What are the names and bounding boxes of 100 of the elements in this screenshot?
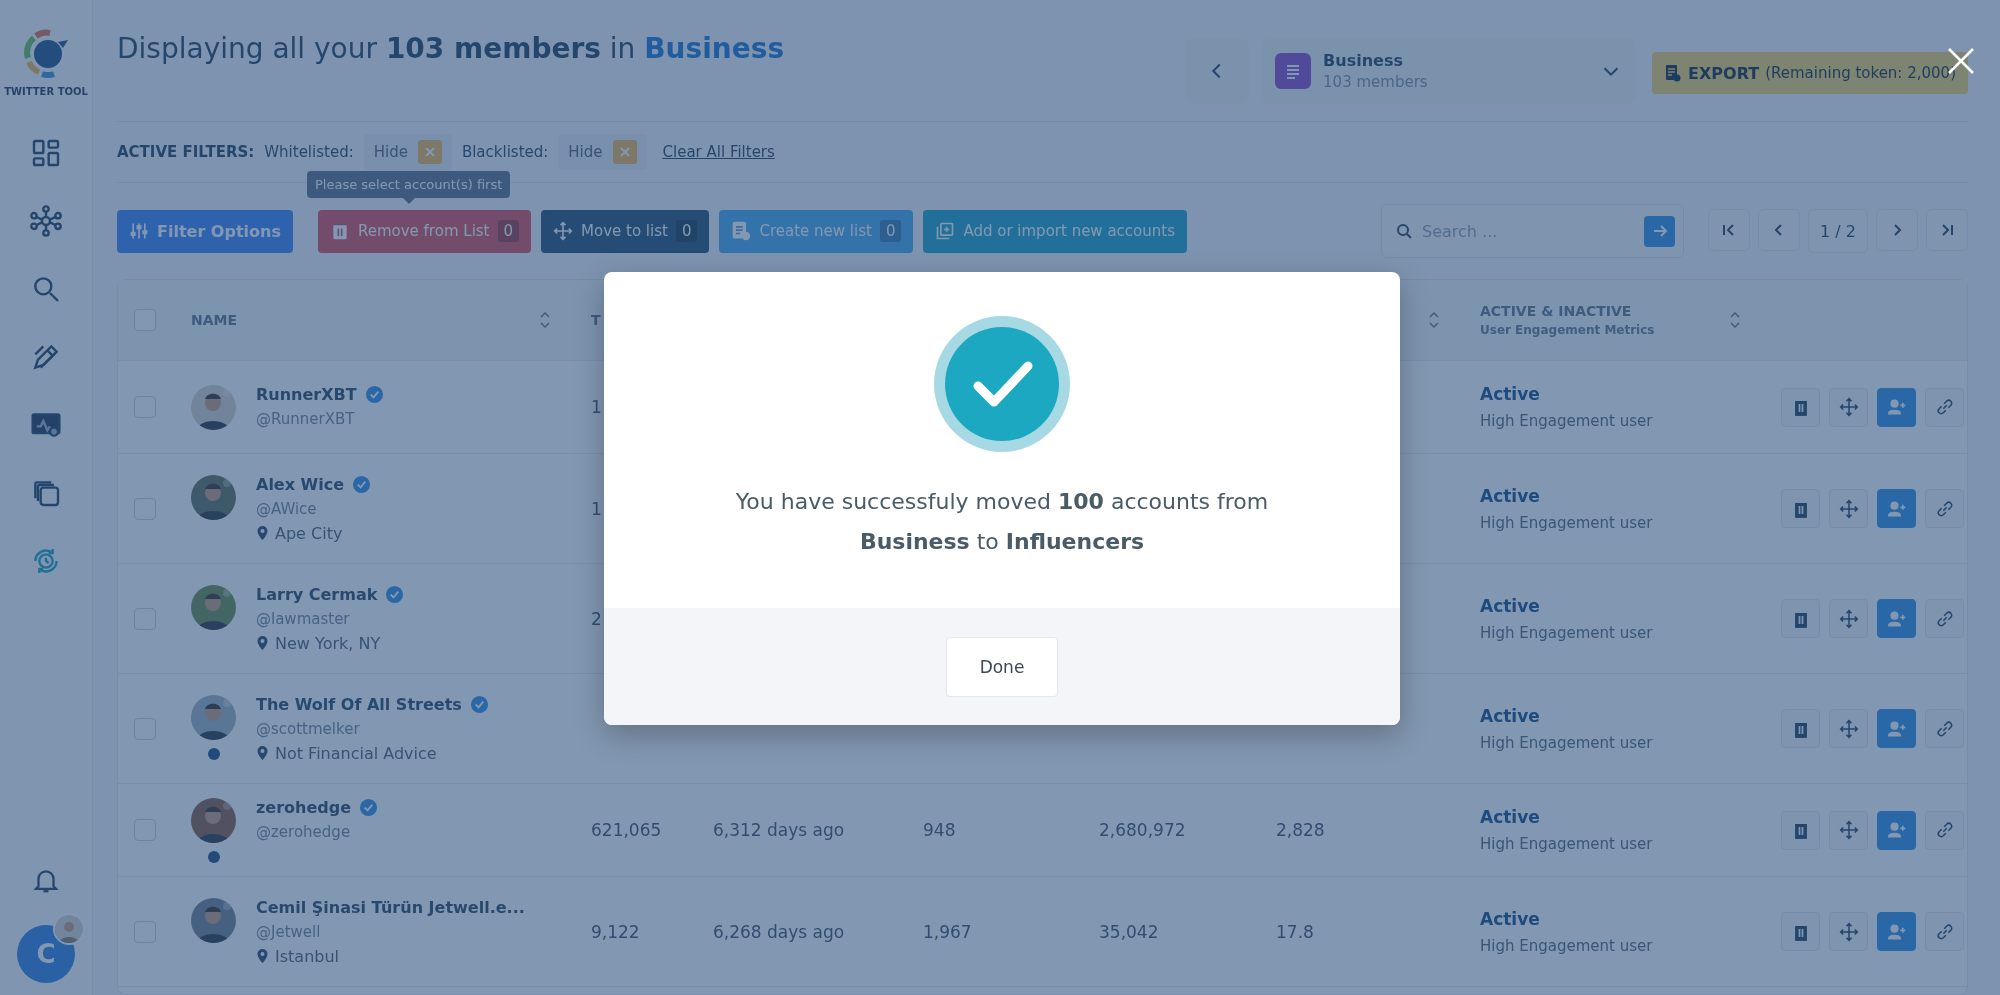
move-action-button[interactable]: Move to list 0 [541,209,710,253]
account-handle: @Jetwell [256,922,322,941]
delete-button[interactable] [1781,810,1820,850]
table-cell: 1 [591,498,602,519]
select-all-checkbox[interactable] [134,309,156,331]
move-button[interactable] [1829,489,1868,528]
add-user-button[interactable] [1877,709,1916,748]
clear-filters-link[interactable]: Clear All Filters [662,143,775,161]
link-button[interactable] [1925,912,1964,951]
trash-action-button[interactable]: Remove from List 0 [317,209,532,253]
account-location: New York, NY [275,633,381,653]
engagement-label: High Engagement user [1480,412,1654,430]
account-handle: @zerohedge [256,822,352,841]
delete-button[interactable] [1781,709,1820,748]
move-button[interactable] [1829,599,1868,638]
account-location: Istanbul [275,946,339,966]
engagement-label: High Engagement user [1480,936,1654,955]
page-title: Displaying all your 103 members in Business [117,32,786,65]
remove-filter-button[interactable] [612,140,637,164]
move-icon [1838,608,1859,629]
delete-button[interactable] [1781,912,1820,951]
filter-icon [129,221,149,241]
row-checkbox[interactable] [134,920,156,943]
table-cell: 2,828 [1276,820,1325,840]
close-icon [423,146,436,158]
delete-button[interactable] [1781,387,1820,427]
success-message: You have successfuly moved 100 accounts from Business to Influencers [734,488,1270,556]
network-icon[interactable] [30,205,62,237]
add-user-button[interactable] [1877,387,1916,427]
add-user-icon [1886,820,1907,840]
account-name: Cemil Şinasi Türün Jetwell.e... [256,897,525,917]
link-button[interactable] [1925,387,1964,427]
column-header: ACTIVE & INACTIVE [1480,303,1633,319]
sort-icon[interactable] [1428,310,1440,330]
first-page-button[interactable] [1708,209,1750,251]
document-icon [1664,64,1683,82]
close-icon [618,146,631,158]
sort-icon[interactable] [1729,310,1741,330]
engagement-label: High Engagement user [1480,835,1654,853]
activity-status: Active [1480,485,1541,506]
link-icon [1934,820,1955,840]
done-button[interactable]: Done [946,636,1058,697]
table-cell: 6,268 days ago [713,921,845,942]
user-avatar[interactable]: C [17,925,75,983]
table-cell: 2,680,972 [1099,820,1186,840]
account-location: Not Financial Advice [275,743,437,763]
link-button[interactable] [1925,709,1964,748]
column-subheader: User Engagement Metrics [1480,323,1655,337]
account-name: RunnerXBT [256,384,357,404]
column-header: NAME [191,312,238,328]
filter-label: Blacklisted: [461,143,549,161]
last-page-button[interactable] [1926,209,1968,251]
table-cell: 6,312 days ago [713,820,845,840]
account-name: The Wolf Of All Streets [256,694,462,714]
first-page-icon [1721,222,1737,238]
move-button[interactable] [1829,709,1868,748]
link-button[interactable] [1925,810,1964,850]
location-pin-icon [256,635,269,651]
account-name: Alex Wice [256,474,345,494]
dashboard-icon[interactable] [30,137,62,169]
add-user-button[interactable] [1877,810,1916,850]
add-user-button[interactable] [1877,912,1916,951]
import-icon [935,221,956,241]
add-user-button[interactable] [1877,599,1916,638]
engagement-label: High Engagement user [1480,513,1654,532]
account-handle: @scottmelker [256,719,361,738]
remove-filter-button[interactable] [417,140,442,164]
move-icon [1838,820,1859,840]
table-cell: 9,122 [591,921,640,942]
column-header: T [591,312,601,328]
row-checkbox[interactable] [134,396,156,418]
delete-button[interactable] [1781,599,1820,638]
move-button[interactable] [1829,912,1868,951]
search-submit-button[interactable] [1644,215,1675,247]
logo-text: TWITTER TOOL [4,86,88,97]
engagement-label: High Engagement user [1480,623,1654,642]
export-button[interactable]: EXPORT (Remaining token: 2,000) [1652,52,1968,94]
move-button[interactable] [1829,387,1868,427]
add-user-button[interactable] [1877,489,1916,528]
account-handle: @RunnerXBT [256,409,356,428]
account-location: Ape City [275,523,343,543]
link-button[interactable] [1925,599,1964,638]
filter-action-button[interactable]: Filter Options [117,209,293,253]
move-button[interactable] [1829,810,1868,850]
tooltip: Please select account(s) first [307,171,511,204]
location-pin-icon [256,948,269,964]
link-button[interactable] [1925,489,1964,528]
account-handle: @AWice [256,499,318,518]
row-checkbox[interactable] [134,717,156,740]
row-checkbox[interactable] [134,819,156,841]
arrow-right-icon [1651,223,1668,239]
sort-icon[interactable] [539,310,551,330]
row-checkbox[interactable] [134,497,156,520]
delete-button[interactable] [1781,489,1820,528]
account-name: zerohedge [256,797,352,817]
row-checkbox[interactable] [134,607,156,630]
activity-status: Active [1480,807,1541,827]
engagement-label: High Engagement user [1480,733,1654,752]
list-add-action-button[interactable]: Create new list 0 [719,209,914,253]
import-action-button[interactable]: Add or import new accounts [923,209,1187,253]
